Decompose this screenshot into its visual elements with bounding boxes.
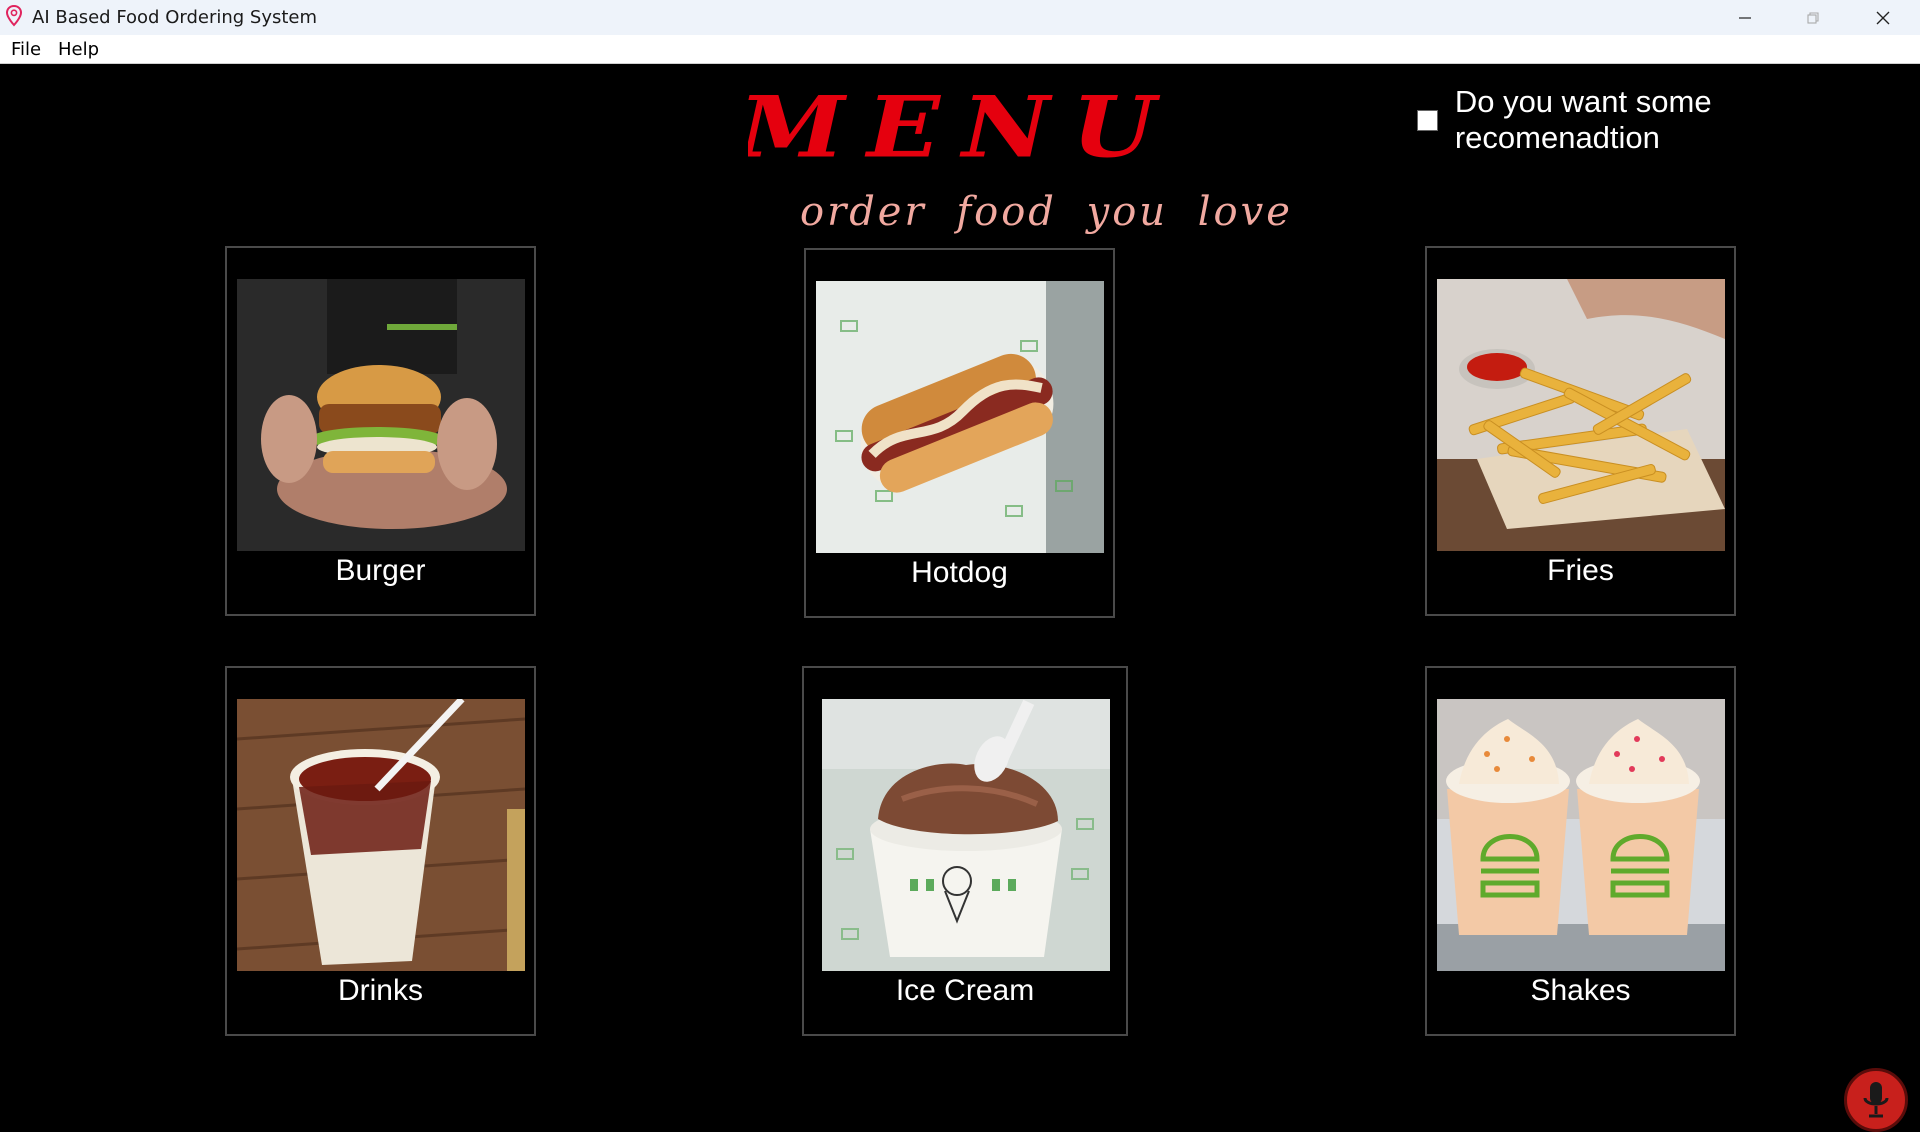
menu-card-burger[interactable]: Burger (225, 246, 536, 616)
recommendation-checkbox[interactable] (1417, 109, 1438, 131)
menu-card-hotdog[interactable]: Hotdog (804, 248, 1115, 618)
close-icon (1876, 11, 1890, 24)
maximize-button[interactable] (1778, 0, 1848, 35)
menu-card-fries[interactable]: Fries (1425, 246, 1736, 616)
menu-card-label: Fries (1547, 554, 1614, 587)
main-content: MENU order food you love Do you want som… (0, 64, 1920, 1132)
menu-heading: MENU (748, 78, 1168, 177)
menu-help[interactable]: Help (58, 39, 99, 60)
window-title: AI Based Food Ordering System (32, 7, 318, 28)
recommendation-toggle[interactable]: Do you want some recomenadtion (1417, 84, 1920, 156)
subtitle: order food you love (800, 189, 1293, 235)
voice-input-button[interactable] (1844, 1068, 1908, 1132)
menu-file[interactable]: File (11, 39, 41, 60)
drink-photo (237, 699, 525, 971)
minimize-button[interactable] (1710, 0, 1780, 35)
title-bar: AI Based Food Ordering System (0, 0, 1920, 35)
menu-card-drinks[interactable]: Drinks (225, 666, 536, 1036)
recommendation-label: Do you want some recomenadtion (1454, 84, 1712, 155)
minimize-icon (1739, 16, 1751, 19)
ice-cream-photo (822, 699, 1110, 971)
burger-photo (237, 279, 525, 551)
menu-card-ice-cream[interactable]: Ice Cream (802, 666, 1128, 1036)
hotdog-photo (816, 281, 1104, 553)
menu-bar: File Help (0, 35, 1920, 64)
menu-card-label: Ice Cream (895, 974, 1035, 1007)
shakes-photo (1437, 699, 1725, 971)
fries-photo (1437, 279, 1725, 551)
menu-card-label: Drinks (337, 974, 423, 1007)
close-button[interactable] (1848, 0, 1918, 35)
menu-card-label: Burger (335, 554, 426, 587)
menu-card-label: Hotdog (911, 556, 1008, 589)
menu-card-label: Shakes (1530, 974, 1631, 1007)
location-pin-icon (6, 5, 22, 27)
maximize-icon (1807, 11, 1819, 24)
menu-heading-text: MENU (748, 78, 1168, 177)
menu-card-shakes[interactable]: Shakes (1425, 666, 1736, 1036)
microphone-icon (1863, 1082, 1889, 1118)
